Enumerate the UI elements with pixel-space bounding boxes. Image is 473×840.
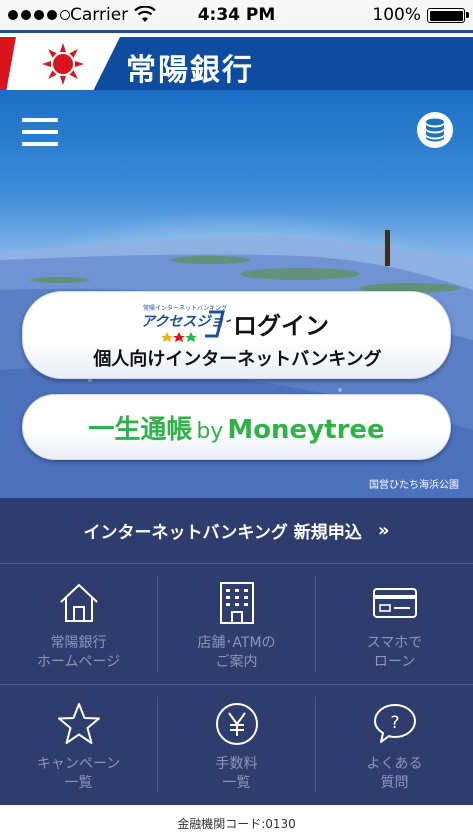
star-icon [57,703,100,744]
building-icon [219,582,254,624]
database-icon [426,118,444,142]
menu-item-campaigns[interactable]: キャンペーン 一覧 [0,685,157,805]
menu-item-homepage[interactable]: 常陽銀行 ホームページ [0,564,157,684]
menu-item-faq[interactable]: ? よくある 質問 [316,685,473,805]
bank-logo [42,43,84,85]
status-bar: Carrier 4:34 PM 100% [0,0,473,30]
menu-panel: インターネットバンキング 新規申込 » 常陽銀行 ホームページ 店舗･ATMの … [0,498,473,805]
hero-banner: 常陽インターネットバンキング アクセスジョイ ログイン 個人向けインターネットバ… [0,90,473,498]
menu-item-fees[interactable]: 手数料 一覧 [158,685,315,805]
login-subtitle: 個人向けインターネットバンキング [93,349,382,370]
card-icon [372,588,417,618]
login-label: ログイン [233,312,329,340]
menu-button[interactable] [22,118,58,146]
menu-item-label: 常陽銀行 ホームページ [36,635,121,670]
question-icon: ? [373,704,416,743]
login-button[interactable]: 常陽インターネットバンキング アクセスジョイ ログイン 個人向けインターネットバ… [22,291,451,379]
home-icon [59,583,98,622]
menu-item-label: 手数料 一覧 [215,756,258,791]
menu-item-label: キャンペーン 一覧 [36,756,121,791]
menu-item-label: よくある 質問 [366,756,423,791]
menu-item-label: 店舗･ATMの ご案内 [197,635,276,670]
moneytree-by: by [196,419,224,444]
svg-text:アクセスジョイ: アクセスジョイ [141,314,231,330]
menu-item-label: スマホで ローン [366,635,423,670]
moneytree-brand: Moneytree [227,415,385,445]
menu-item-smartphone-loan[interactable]: スマホで ローン [316,564,473,684]
battery-percentage: 100% [372,5,421,25]
svg-text:?: ? [390,713,399,733]
apply-internet-banking-button[interactable]: インターネットバンキング 新規申込 » [0,498,473,564]
photo-credit: 国営ひたち海浜公園 [369,480,459,491]
bank-name: 常陽銀行 [126,53,254,88]
moneytree-prefix: 一生通帳 [88,415,193,445]
double-chevron-icon: » [377,520,390,541]
menu-grid: 常陽銀行 ホームページ 店舗･ATMの ご案内 スマホで ローン キャンペーン … [0,564,473,805]
app-header: 常陽銀行 [0,30,473,90]
footer: 金融機関コード:0130 [0,805,473,840]
menu-item-branches-atm[interactable]: 店舗･ATMの ご案内 [158,564,315,684]
bank-code: 金融機関コード:0130 [177,817,296,831]
battery-icon [427,8,469,23]
apply-label: インターネットバンキング 新規申込 [83,523,362,543]
database-button[interactable] [417,112,453,148]
access-joy-logo: 常陽インターネットバンキング アクセスジョイ [141,304,231,342]
moneytree-button[interactable]: 一生通帳 by Moneytree [22,394,451,460]
yen-icon [215,703,258,745]
